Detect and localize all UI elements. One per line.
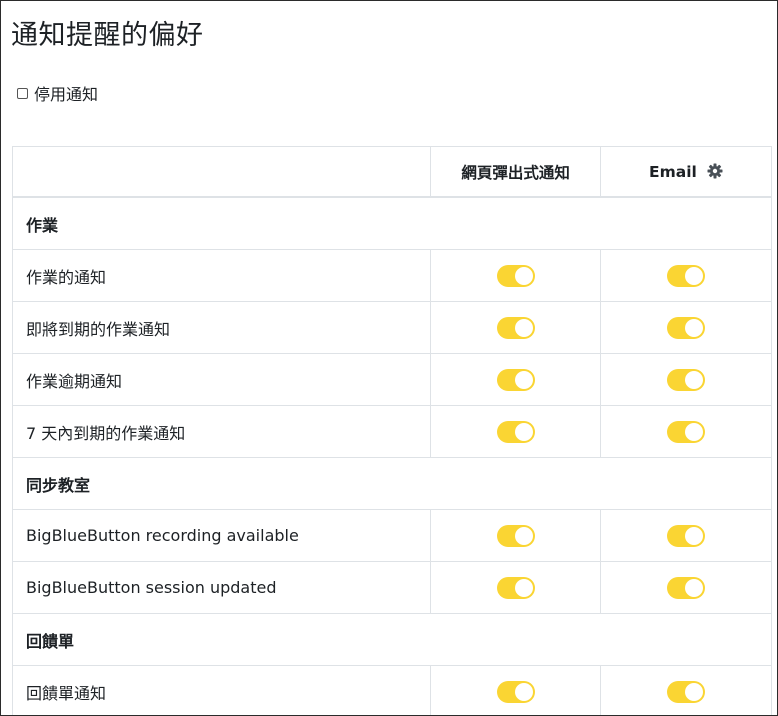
email-toggle-cell (600, 561, 772, 614)
email-toggle-cell (600, 509, 772, 562)
email-toggle[interactable] (667, 680, 706, 703)
web-toggle[interactable] (496, 680, 535, 703)
row-label: 作業的通知 (12, 249, 431, 302)
disable-notifications-label: 停用通知 (34, 85, 99, 104)
web-toggle-cell (429, 249, 601, 302)
table-row: 作業的通知 (12, 249, 772, 302)
toggle-knob (514, 422, 533, 441)
toggle-knob (685, 682, 704, 701)
web-toggle[interactable] (496, 420, 535, 443)
toggle-knob (685, 370, 704, 389)
toggle-knob (514, 266, 533, 285)
table-row: BigBlueButton recording available (12, 509, 772, 562)
header-blank (12, 146, 431, 198)
header-email-label: Email (649, 162, 697, 181)
email-toggle[interactable] (667, 576, 706, 599)
web-toggle-cell (429, 301, 601, 354)
toggle-knob (685, 266, 704, 285)
section-row: 回饋單 (12, 613, 772, 666)
email-toggle[interactable] (667, 316, 706, 339)
email-toggle[interactable] (667, 524, 706, 547)
web-toggle[interactable] (496, 316, 535, 339)
toggle-knob (685, 526, 704, 545)
email-toggle-cell (600, 405, 772, 458)
section-title: 作業 (12, 196, 772, 250)
row-label: 回饋單通知 (12, 665, 431, 715)
email-toggle-cell (600, 353, 772, 406)
table-row: 7 天內到期的作業通知 (12, 405, 772, 458)
toggle-knob (685, 422, 704, 441)
table-header-row: 網頁彈出式通知 Email (12, 146, 772, 198)
email-toggle[interactable] (667, 264, 706, 287)
disable-notifications[interactable]: 停用通知 (17, 81, 98, 105)
email-toggle[interactable] (667, 420, 706, 443)
toggle-knob (514, 578, 533, 597)
table-row: 作業逾期通知 (12, 353, 772, 406)
section-title: 回饋單 (12, 613, 772, 666)
email-toggle[interactable] (667, 368, 706, 391)
notification-preferences-table: 網頁彈出式通知 Email 作業 作業的通知 即將到期的作業通知 作業逾期通知 … (12, 146, 772, 715)
row-label: BigBlueButton recording available (12, 509, 431, 562)
web-toggle-cell (429, 665, 601, 715)
web-toggle-cell (429, 405, 601, 458)
toggle-knob (514, 318, 533, 337)
email-toggle-cell (600, 301, 772, 354)
web-toggle[interactable] (496, 368, 535, 391)
email-toggle-cell (600, 665, 772, 715)
toggle-knob (685, 318, 704, 337)
web-toggle-cell (429, 561, 601, 614)
toggle-knob (514, 682, 533, 701)
disable-notifications-checkbox[interactable] (17, 87, 28, 99)
row-label: BigBlueButton session updated (12, 561, 431, 614)
web-toggle-cell (429, 509, 601, 562)
toggle-knob (514, 370, 533, 389)
web-toggle[interactable] (496, 264, 535, 287)
header-web-popup: 網頁彈出式通知 (429, 146, 601, 198)
row-label: 作業逾期通知 (12, 353, 431, 406)
gear-icon[interactable] (707, 163, 723, 179)
header-web-popup-label: 網頁彈出式通知 (461, 163, 570, 182)
row-label: 即將到期的作業通知 (12, 301, 431, 354)
web-toggle-cell (429, 353, 601, 406)
toggle-knob (685, 578, 704, 597)
page-title: 通知提醒的偏好 (11, 20, 204, 51)
header-email: Email (600, 146, 772, 198)
email-toggle-cell (600, 249, 772, 302)
section-title: 同步教室 (12, 457, 772, 510)
toggle-knob (514, 526, 533, 545)
section-row: 作業 (12, 196, 772, 250)
table-row: 回饋單通知 (12, 665, 772, 715)
web-toggle[interactable] (496, 576, 535, 599)
table-row: BigBlueButton session updated (12, 561, 772, 614)
web-toggle[interactable] (496, 524, 535, 547)
section-row: 同步教室 (12, 457, 772, 510)
preferences-page: 通知提醒的偏好 停用通知 網頁彈出式通知 Email 作業 作業的通知 即將到期… (0, 0, 778, 716)
row-label: 7 天內到期的作業通知 (12, 405, 431, 458)
table-row: 即將到期的作業通知 (12, 301, 772, 354)
